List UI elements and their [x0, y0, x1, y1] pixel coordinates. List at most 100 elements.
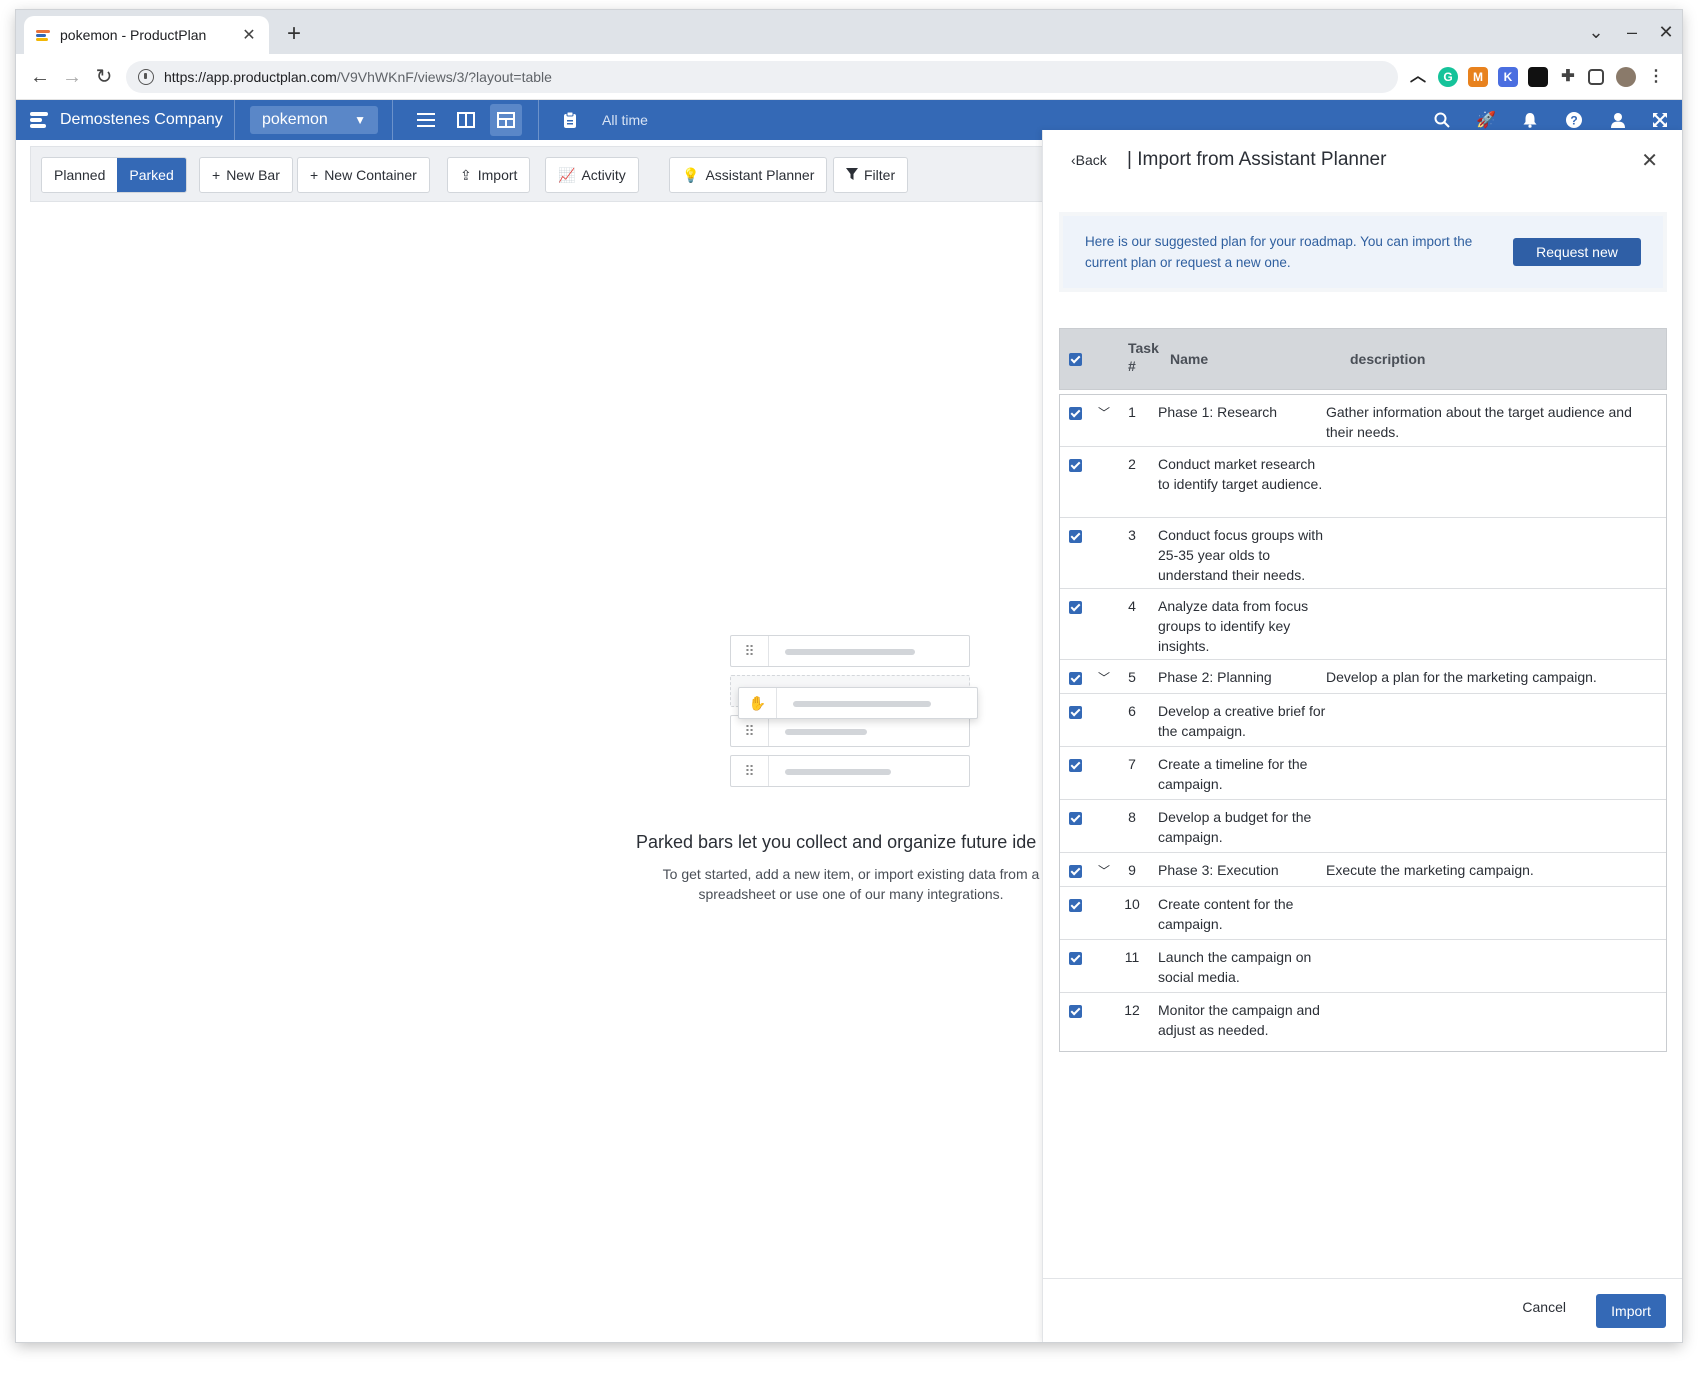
empty-state-subtitle: To get started, add a new item, or impor… — [662, 866, 1040, 902]
task-name: Create a timeline for the campaign. — [1158, 756, 1308, 792]
new-bar-button[interactable]: + New Bar — [199, 157, 293, 193]
browser-tab[interactable]: pokemon - ProductPlan ✕ — [24, 16, 269, 54]
board-view-icon[interactable] — [450, 104, 482, 136]
grab-hand-icon: ✋ — [739, 688, 777, 718]
help-icon[interactable]: ? — [1562, 108, 1586, 132]
reload-icon[interactable]: ↻ — [92, 65, 116, 89]
metamask-icon[interactable]: M — [1468, 67, 1488, 87]
plan-table: Task # Name description ﹀ 1 Phase 1: Resea… — [1059, 328, 1667, 1052]
close-window-icon[interactable]: ✕ — [1656, 22, 1676, 43]
bell-icon[interactable] — [1518, 108, 1542, 132]
cancel-button[interactable]: Cancel — [1522, 1299, 1566, 1315]
fullscreen-icon[interactable] — [1648, 108, 1672, 132]
filter-button[interactable]: Filter — [833, 157, 909, 193]
row-checkbox[interactable] — [1069, 812, 1082, 825]
tab-close-icon[interactable]: ✕ — [241, 25, 257, 45]
extension-black-icon[interactable] — [1528, 67, 1548, 87]
assistant-planner-button[interactable]: 💡 Assistant Planner — [669, 157, 828, 193]
time-filter[interactable]: All time — [602, 100, 648, 140]
task-description: Gather information about the target audi… — [1326, 404, 1632, 440]
row-checkbox[interactable] — [1069, 672, 1082, 685]
row-checkbox[interactable] — [1069, 899, 1082, 912]
extension-k-icon[interactable]: K — [1498, 67, 1518, 87]
extensions-puzzle-icon[interactable]: ✚ — [1558, 67, 1578, 87]
list-view-icon[interactable] — [410, 104, 442, 136]
upload-icon: ⇪ — [460, 166, 472, 183]
task-name: Develop a budget for the campaign. — [1158, 809, 1312, 845]
table-row: 8 Develop a budget for the campaign. — [1060, 800, 1666, 853]
assistant-planner-drawer: ‹Back | Import from Assistant Planner ✕ … — [1042, 130, 1682, 1342]
url-input[interactable]: https://app.productplan.com /V9VhWKnF/vi… — [126, 61, 1398, 93]
new-container-button[interactable]: + New Container — [297, 157, 430, 193]
search-icon[interactable] — [1430, 108, 1454, 132]
forward-arrow-icon[interactable]: → — [60, 65, 84, 89]
url-path: /V9VhWKnF/views/3/?layout=table — [336, 69, 552, 85]
company-brand[interactable]: Demostenes Company — [30, 100, 223, 140]
tab-title: pokemon - ProductPlan — [60, 27, 207, 43]
task-number: 2 — [1128, 456, 1136, 472]
table-row: ﹀ 9 Phase 3: Execution Execute the marketin… — [1060, 853, 1666, 887]
task-name: Launch the campaign on social media. — [1158, 949, 1312, 985]
row-checkbox[interactable] — [1069, 601, 1082, 614]
task-number: 1 — [1128, 404, 1136, 420]
placeholder-dragged-bar: ✋ — [738, 687, 978, 719]
chart-line-icon: 📈 — [558, 166, 576, 183]
close-icon[interactable]: ✕ — [1641, 148, 1658, 173]
extension-wave-icon[interactable]: ︿ — [1408, 67, 1428, 87]
task-name: Create content for the campaign. — [1158, 896, 1294, 932]
profile-avatar-icon[interactable] — [1616, 67, 1636, 87]
task-number: 12 — [1124, 1002, 1140, 1018]
url-host: https://app.productplan.com — [164, 69, 337, 85]
task-name: Phase 3: Execution — [1158, 862, 1279, 878]
task-number: 7 — [1128, 756, 1136, 772]
import-toolbar-button[interactable]: ⇪ Import — [447, 157, 531, 193]
back-arrow-icon[interactable]: ← — [28, 65, 52, 89]
planned-parked-toggle: Planned Parked — [41, 157, 187, 193]
chevron-down-icon[interactable]: ﹀ — [1098, 861, 1110, 881]
drag-handle-icon: ⠿ — [731, 756, 769, 786]
row-checkbox[interactable] — [1069, 407, 1082, 420]
request-new-button[interactable]: Request new — [1513, 238, 1641, 266]
row-checkbox[interactable] — [1069, 530, 1082, 543]
tab-strip: pokemon - ProductPlan ✕ + ⌄ – ✕ — [16, 10, 1682, 54]
drag-handle-icon: ⠿ — [731, 636, 769, 666]
parked-tab[interactable]: Parked — [117, 158, 186, 192]
row-checkbox[interactable] — [1069, 759, 1082, 772]
clipboard-icon[interactable] — [558, 108, 582, 132]
chevron-down-icon[interactable]: ﹀ — [1098, 668, 1110, 688]
row-checkbox[interactable] — [1069, 706, 1082, 719]
task-name: Develop a creative brief for the campaig… — [1158, 703, 1326, 739]
table-view-icon[interactable] — [490, 104, 522, 136]
empty-state-title: Parked bars let you collect and organize… — [636, 832, 1037, 852]
select-all-checkbox[interactable] — [1069, 353, 1082, 366]
user-icon[interactable] — [1606, 108, 1630, 132]
import-button[interactable]: Import — [1596, 1294, 1666, 1328]
rocket-icon[interactable]: 🚀 — [1474, 108, 1498, 132]
row-checkbox[interactable] — [1069, 1005, 1082, 1018]
chevron-down-icon[interactable]: ﹀ — [1098, 403, 1110, 423]
task-name: Monitor the campaign and adjust as neede… — [1158, 1002, 1320, 1038]
activity-button[interactable]: 📈 Activity — [545, 157, 639, 193]
placeholder-bar: ⠿ — [730, 635, 970, 667]
grammarly-icon[interactable]: G — [1438, 67, 1458, 87]
placeholder-bar: ⠿ — [730, 755, 970, 787]
row-checkbox[interactable] — [1069, 865, 1082, 878]
browser-menu-icon[interactable]: ⋮ — [1646, 67, 1666, 87]
task-number: 6 — [1128, 703, 1136, 719]
table-row: 11 Launch the campaign on social media. — [1060, 940, 1666, 993]
planned-tab[interactable]: Planned — [42, 158, 118, 192]
side-panel-icon[interactable] — [1588, 69, 1604, 85]
roadmap-selector[interactable]: pokemon ▼ — [250, 106, 378, 134]
task-name: Conduct focus groups with 25-35 year old… — [1158, 527, 1323, 583]
site-info-icon[interactable] — [138, 69, 154, 85]
back-link[interactable]: ‹Back — [1071, 152, 1107, 168]
placeholder-bar: ⠿ — [730, 715, 970, 747]
tab-search-icon[interactable]: ⌄ — [1586, 22, 1606, 43]
new-tab-icon[interactable]: + — [280, 20, 308, 48]
drawer-title: | Import from Assistant Planner — [1127, 149, 1387, 170]
table-row: 3 Conduct focus groups with 25-35 year ol… — [1060, 518, 1666, 589]
row-checkbox[interactable] — [1069, 952, 1082, 965]
row-checkbox[interactable] — [1069, 459, 1082, 472]
roadmap-name: pokemon — [262, 111, 328, 128]
minimize-icon[interactable]: – — [1622, 22, 1642, 43]
